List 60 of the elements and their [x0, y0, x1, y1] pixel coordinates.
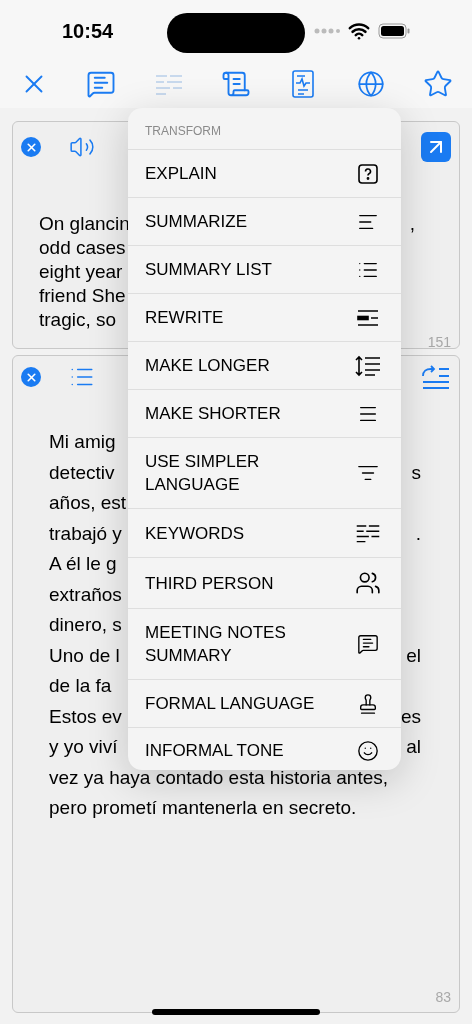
text-line: es	[400, 704, 421, 729]
signal-icon	[314, 28, 340, 34]
menu-item[interactable]: REWRITE	[128, 294, 401, 342]
line-spacing-icon	[355, 354, 381, 377]
menu-item[interactable]: MAKE SHORTER	[128, 390, 401, 438]
close-icon	[24, 140, 38, 154]
text-line: A él le g	[49, 552, 117, 576]
text-line: el	[406, 643, 421, 668]
clear-button[interactable]	[21, 367, 41, 387]
text-line: Estos ev	[49, 704, 122, 729]
globe-icon	[356, 70, 385, 98]
battery-icon	[378, 23, 410, 39]
text-line: eight year	[39, 260, 123, 284]
text-line: años, est	[49, 491, 127, 515]
text-line: trabajó y	[49, 521, 122, 546]
people-icon	[355, 570, 381, 596]
text-line: de la fa	[49, 674, 112, 698]
menu-item[interactable]: KEYWORDS	[128, 509, 401, 558]
scroll-icon	[221, 69, 251, 99]
text-line: Uno de l	[49, 643, 120, 668]
clear-button[interactable]	[21, 137, 41, 157]
menu-item[interactable]: THIRD PERSON	[128, 558, 401, 609]
text-line: ,	[409, 212, 415, 236]
text-line: s	[411, 460, 421, 485]
text-line: friend She	[39, 284, 126, 308]
star-icon	[422, 69, 453, 99]
text-lines-icon	[153, 72, 184, 96]
menu-item[interactable]: FORMAL LANGUAGE	[128, 680, 401, 728]
chat-icon	[86, 69, 117, 99]
menu-item[interactable]: USE SIMPLER LANGUAGE	[128, 438, 401, 509]
menu-item[interactable]: MAKE LONGER	[128, 342, 401, 390]
text-line: .	[415, 521, 421, 546]
wifi-icon	[348, 20, 370, 42]
text-line: y yo viví	[49, 735, 118, 759]
document-pulse-icon	[292, 70, 315, 98]
menu-title: TRANSFORM	[145, 124, 221, 138]
text-line: odd cases	[39, 236, 126, 260]
character-count: 151	[427, 333, 451, 352]
text-line: extraños	[49, 582, 122, 607]
text-line: On glancin	[39, 212, 130, 236]
smile-icon	[357, 739, 379, 762]
text-line: tragic, so	[39, 308, 117, 332]
text-block-icon	[357, 308, 379, 327]
open-button[interactable]	[421, 132, 451, 162]
chat-icon	[357, 633, 379, 655]
status-time: 10:54	[62, 19, 114, 44]
menu-item[interactable]: MEETING NOTES SUMMARY	[128, 609, 401, 680]
text-line: Mi amig	[49, 430, 116, 454]
indent-icon	[421, 364, 451, 390]
text-line: pero prometí mantenerla en secreto.	[49, 796, 357, 820]
close-icon	[24, 370, 38, 384]
text-line: detectiv	[49, 460, 115, 485]
text-line: dinero, s	[49, 613, 122, 637]
menu-item[interactable]: SUMMARY LIST	[128, 246, 401, 294]
menu-item[interactable]: EXPLAIN	[128, 150, 401, 198]
character-count: 83	[435, 988, 451, 1007]
stamp-icon	[357, 692, 379, 715]
menu-item[interactable]: SUMMARIZE	[128, 198, 401, 246]
question-icon	[358, 163, 378, 184]
text-line: al	[406, 735, 421, 759]
